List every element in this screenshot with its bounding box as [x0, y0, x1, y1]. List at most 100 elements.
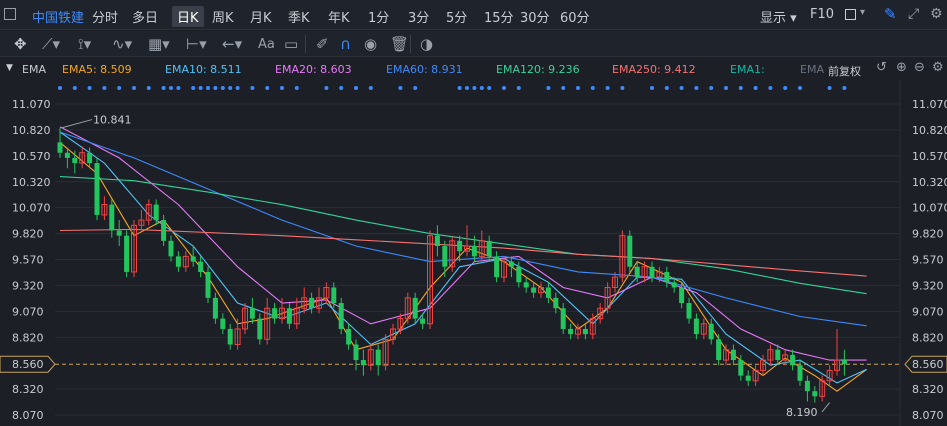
candle-body — [124, 235, 130, 272]
crosshair-icon[interactable]: ✥ — [14, 35, 27, 53]
y-tick-label-right: 9.570 — [912, 254, 944, 267]
y-tick-label-left: 8.820 — [12, 331, 44, 344]
display-menu[interactable]: 显示 ▾ — [760, 7, 797, 26]
trash-icon[interactable]: 🗑 — [390, 35, 409, 53]
layout-icon[interactable] — [4, 8, 16, 20]
tab-period-8[interactable]: 3分 — [408, 7, 429, 26]
candle-body — [553, 297, 559, 309]
collapse-icon[interactable]: ▼ — [6, 63, 13, 73]
ema-line-ema20 — [59, 126, 867, 361]
tab-period-3[interactable]: 周K — [212, 7, 234, 26]
wave-tool-icon[interactable]: ∿▾ — [112, 35, 132, 53]
candle-body — [812, 391, 818, 397]
candle-body — [331, 287, 337, 304]
candlestick-chart[interactable]: 11.070 11.070 10.820 10.820 10.570 10.570 10.3… — [0, 80, 947, 426]
candle-body — [716, 339, 722, 361]
candle-body — [790, 354, 796, 366]
y-tick-label-right: 9.320 — [912, 279, 944, 292]
tab-period-1[interactable]: 多日 — [132, 7, 158, 26]
y-tick-label-left: 10.320 — [12, 176, 51, 189]
tab-period-9[interactable]: 5分 — [446, 7, 467, 26]
tab-period-12[interactable]: 60分 — [560, 7, 590, 26]
y-tick-label-right: 10.070 — [912, 202, 947, 215]
signal-dot — [502, 86, 506, 90]
arrow-tool-icon[interactable]: ←▾ — [222, 35, 242, 53]
signal-dot — [228, 86, 233, 90]
candle-body — [627, 235, 633, 267]
comment-icon[interactable]: ▭ — [284, 35, 298, 53]
signal-dot — [87, 86, 92, 90]
candle-body — [375, 349, 381, 366]
tab-period-11[interactable]: 30分 — [520, 7, 550, 26]
expand-icon[interactable]: ⤢ — [908, 6, 919, 22]
signal-dot — [413, 86, 418, 90]
candle-body — [168, 240, 174, 257]
candle-body — [486, 240, 492, 257]
adjust-mode[interactable]: 前复权 — [828, 63, 861, 79]
candle-body — [116, 230, 122, 236]
add-icon[interactable]: ⊕ — [896, 60, 907, 75]
text-tool[interactable]: Aa — [258, 37, 275, 52]
y-tick-label-left: 8.560 — [12, 358, 44, 371]
signal-dot — [198, 86, 203, 90]
tab-period-0[interactable]: 分时 — [92, 7, 118, 26]
y-tick-label-right: 8.070 — [912, 409, 944, 422]
signal-dot — [620, 86, 625, 90]
polyline-tool-icon[interactable]: ⟟▾ — [78, 35, 91, 53]
candle-body — [471, 246, 477, 257]
candle-body — [109, 204, 115, 231]
reset-icon[interactable]: ↺ — [876, 60, 887, 75]
candle-body — [212, 297, 218, 319]
signal-dot — [250, 86, 255, 90]
indicator-settings-icon[interactable]: ⚙ — [932, 60, 944, 75]
tab-period-2[interactable]: 日K — [172, 6, 204, 27]
signal-dot — [650, 86, 654, 90]
y-tick-label-right: 8.320 — [912, 383, 944, 396]
y-tick-label-left: 8.320 — [12, 383, 44, 396]
signal-dot — [827, 86, 832, 90]
candle-body — [420, 318, 426, 324]
eraser-icon[interactable]: ✐ — [316, 35, 329, 53]
signal-dot — [709, 86, 714, 90]
tab-period-7[interactable]: 1分 — [368, 7, 389, 26]
toolbar-divider — [410, 35, 411, 53]
toggle-icon[interactable]: ◑ — [420, 35, 433, 53]
candle-body — [582, 328, 588, 335]
f10-button[interactable]: F10 — [810, 7, 834, 22]
chevron-down-icon[interactable]: ▾ — [860, 7, 865, 18]
tab-period-6[interactable]: 年K — [328, 7, 350, 26]
candle-body — [175, 256, 181, 267]
candle-body — [227, 328, 233, 345]
candle-body — [412, 297, 418, 319]
candle-body — [220, 318, 226, 329]
signal-dot — [368, 86, 373, 90]
line-tool-icon[interactable]: ⟋▾ — [42, 35, 60, 53]
fib-tool-icon[interactable]: ▦▾ — [148, 35, 170, 53]
candle-body — [198, 261, 204, 272]
signal-dot — [546, 86, 551, 90]
tab-period-5[interactable]: 季K — [288, 7, 310, 26]
ema-label-2: EMA20: 8.603 — [275, 63, 352, 76]
settings-icon[interactable]: ⚙ — [930, 6, 943, 22]
y-tick-label-left: 9.070 — [12, 305, 44, 318]
y-tick-label-left: 9.570 — [12, 254, 44, 267]
signal-dot — [561, 86, 566, 90]
y-tick-label-left: 10.820 — [12, 124, 51, 137]
candle-body — [190, 256, 196, 262]
magnet-icon[interactable]: ∩ — [340, 35, 351, 53]
signal-dot — [783, 86, 788, 90]
min-price-label: 8.190 — [786, 406, 818, 419]
tab-period-4[interactable]: 月K — [250, 7, 272, 26]
draw-icon[interactable]: ✎ — [884, 5, 897, 23]
remove-icon[interactable]: ⊖ — [914, 60, 925, 75]
tab-period-10[interactable]: 15分 — [484, 7, 514, 26]
candle-body — [516, 266, 522, 283]
checkbox-icon[interactable] — [845, 9, 856, 20]
indicator-name[interactable]: EMA — [22, 63, 46, 76]
top-bar: 中国铁建 分时 多日 日K 周K 月K 季K 年K 1分 3分 5分 15分 30分 60分 显示 ▾ … — [0, 0, 947, 30]
measure-tool-icon[interactable]: ⊢▾ — [186, 35, 207, 53]
eye-icon[interactable]: ◉ — [364, 35, 377, 53]
stock-name[interactable]: 中国铁建 — [32, 7, 84, 26]
signal-dot — [398, 86, 403, 90]
candle-body — [523, 282, 529, 288]
